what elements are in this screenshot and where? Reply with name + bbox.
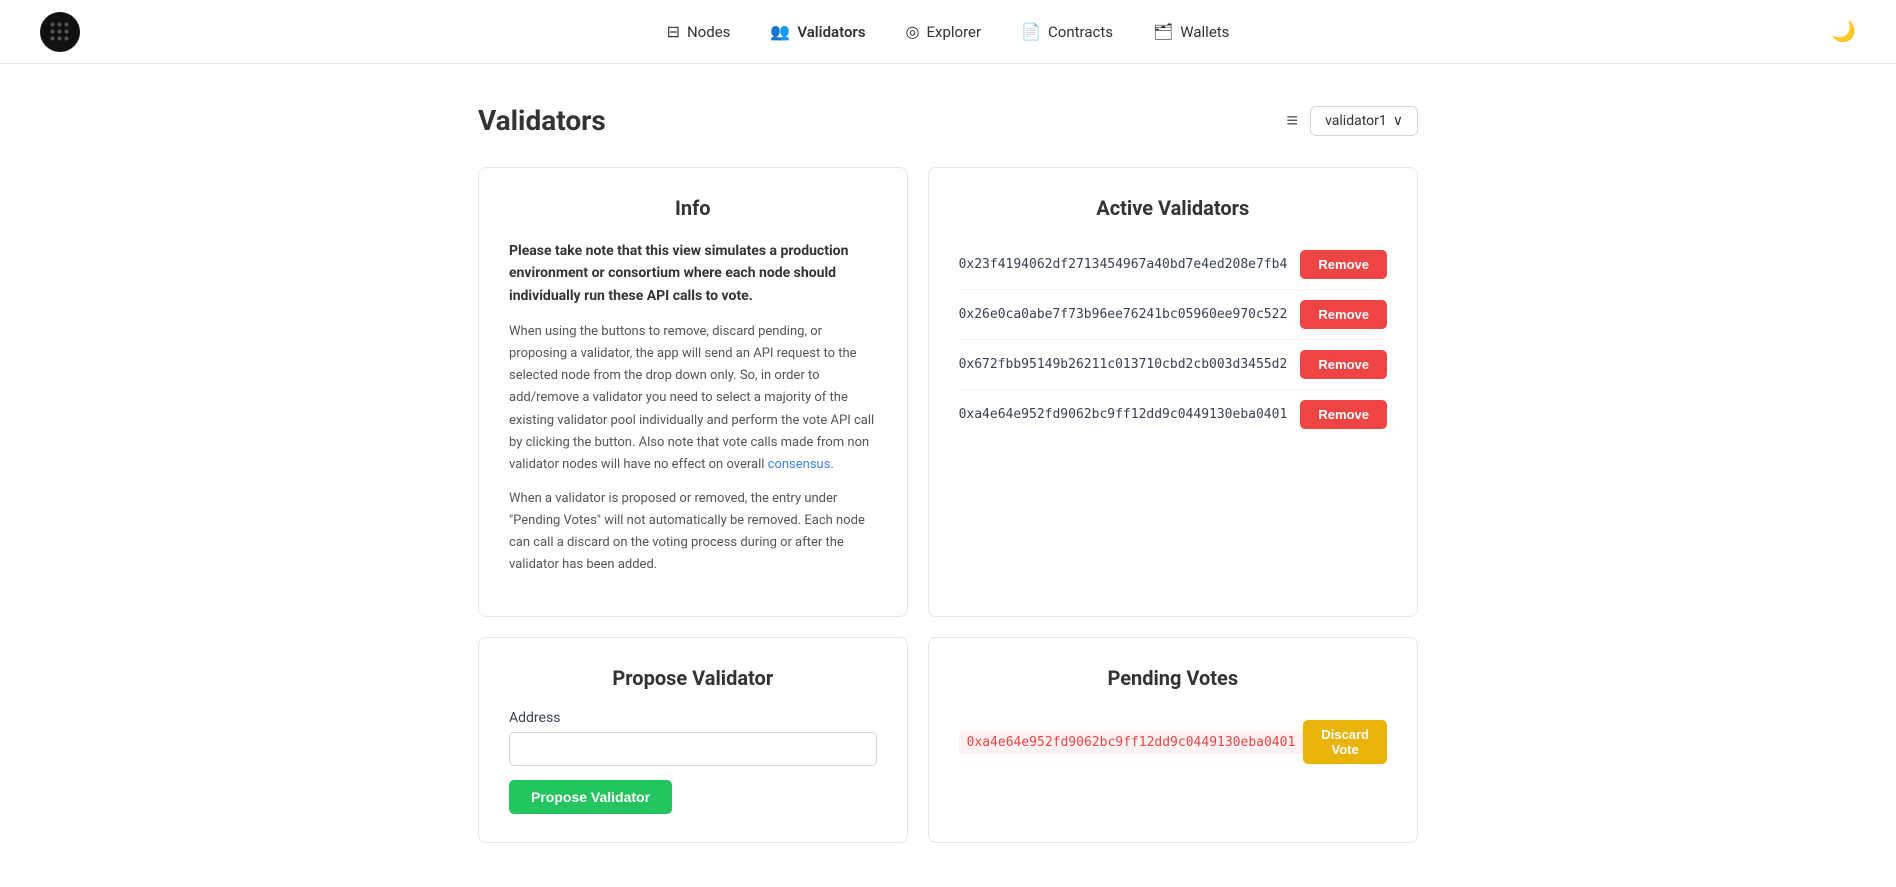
logo-icon [49, 21, 71, 43]
remove-validator-1-button[interactable]: Remove [1300, 300, 1387, 329]
pending-vote-address: 0xa4e64e952fd9062bc9ff12dd9c0449130eba04… [959, 731, 1304, 754]
validator-address: 0x23f4194062df2713454967a40bd7e4ed208e7f… [959, 257, 1288, 272]
remove-validator-0-button[interactable]: Remove [1300, 250, 1387, 279]
dark-mode-toggle[interactable]: 🌙 [1831, 19, 1856, 44]
table-row: 0x26e0ca0abe7f73b96ee76241bc05960ee970c5… [959, 290, 1387, 340]
table-row: 0x23f4194062df2713454967a40bd7e4ed208e7f… [959, 240, 1387, 290]
propose-validator-title: Propose Validator [509, 666, 877, 690]
validators-icon: 👥 [770, 22, 790, 41]
app-logo[interactable] [40, 12, 80, 52]
active-validators-card: Active Validators 0x23f4194062df27134549… [928, 167, 1418, 617]
nav-wallets-label: Wallets [1180, 23, 1229, 41]
pending-votes-title: Pending Votes [959, 666, 1387, 690]
validator-address: 0x672fbb95149b26211c013710cbd2cb003d3455… [959, 357, 1288, 372]
info-title: Info [509, 196, 877, 220]
address-label: Address [509, 710, 877, 726]
page-content: Validators ≡ validator1 ∨ Info Please ta… [458, 64, 1438, 883]
propose-validator-card: Propose Validator Address Propose Valida… [478, 637, 908, 843]
address-input[interactable] [509, 732, 877, 766]
validator-dropdown[interactable]: validator1 ∨ [1310, 106, 1418, 136]
nav-validators-label: Validators [797, 23, 865, 41]
selected-validator: validator1 [1325, 113, 1387, 129]
nav-contracts-label: Contracts [1048, 23, 1113, 41]
pending-votes-list: 0xa4e64e952fd9062bc9ff12dd9c0449130eba04… [959, 710, 1387, 774]
page-title: Validators [478, 104, 606, 137]
navbar: ⊟ Nodes 👥 Validators ◎ Explorer 📄 Contra… [0, 0, 1896, 64]
nav-wallets[interactable]: 🗂 Wallets [1153, 18, 1229, 45]
list-item: 0xa4e64e952fd9062bc9ff12dd9c0449130eba04… [959, 710, 1387, 774]
pending-votes-card: Pending Votes 0xa4e64e952fd9062bc9ff12dd… [928, 637, 1418, 843]
remove-validator-2-button[interactable]: Remove [1300, 350, 1387, 379]
propose-validator-button[interactable]: Propose Validator [509, 780, 672, 814]
wallets-icon: 🗂 [1153, 22, 1173, 41]
table-row: 0x672fbb95149b26211c013710cbd2cb003d3455… [959, 340, 1387, 390]
contracts-icon: 📄 [1021, 22, 1041, 41]
validator-address: 0x26e0ca0abe7f73b96ee76241bc05960ee970c5… [959, 307, 1288, 322]
discard-vote-button[interactable]: Discard Vote [1303, 720, 1387, 764]
remove-validator-3-button[interactable]: Remove [1300, 400, 1387, 429]
nav-links: ⊟ Nodes 👥 Validators ◎ Explorer 📄 Contra… [667, 18, 1230, 45]
validator-address: 0xa4e64e952fd9062bc9ff12dd9c0449130eba04… [959, 407, 1288, 422]
nav-explorer[interactable]: ◎ Explorer [906, 18, 982, 45]
page-header: Validators ≡ validator1 ∨ [478, 104, 1418, 137]
chevron-down-icon: ∨ [1393, 113, 1403, 129]
nav-nodes-label: Nodes [687, 23, 730, 41]
table-row: 0xa4e64e952fd9062bc9ff12dd9c0449130eba04… [959, 390, 1387, 439]
header-right: ≡ validator1 ∨ [1286, 106, 1418, 136]
nav-validators[interactable]: 👥 Validators [770, 18, 865, 45]
nav-explorer-label: Explorer [927, 23, 982, 41]
filter-icon[interactable]: ≡ [1286, 108, 1298, 133]
nav-nodes[interactable]: ⊟ Nodes [667, 18, 731, 45]
active-validators-title: Active Validators [959, 196, 1387, 220]
nodes-icon: ⊟ [667, 22, 680, 41]
nav-contracts[interactable]: 📄 Contracts [1021, 18, 1113, 45]
main-grid: Info Please take note that this view sim… [478, 167, 1418, 843]
active-validators-list: 0x23f4194062df2713454967a40bd7e4ed208e7f… [959, 240, 1387, 439]
info-card: Info Please take note that this view sim… [478, 167, 908, 617]
info-bold-text: Please take note that this view simulate… [509, 240, 877, 307]
info-paragraph-1: When using the buttons to remove, discar… [509, 321, 877, 476]
info-paragraph-2: When a validator is proposed or removed,… [509, 488, 877, 576]
consensus-link[interactable]: consensus [768, 457, 831, 472]
explorer-icon: ◎ [906, 22, 920, 41]
